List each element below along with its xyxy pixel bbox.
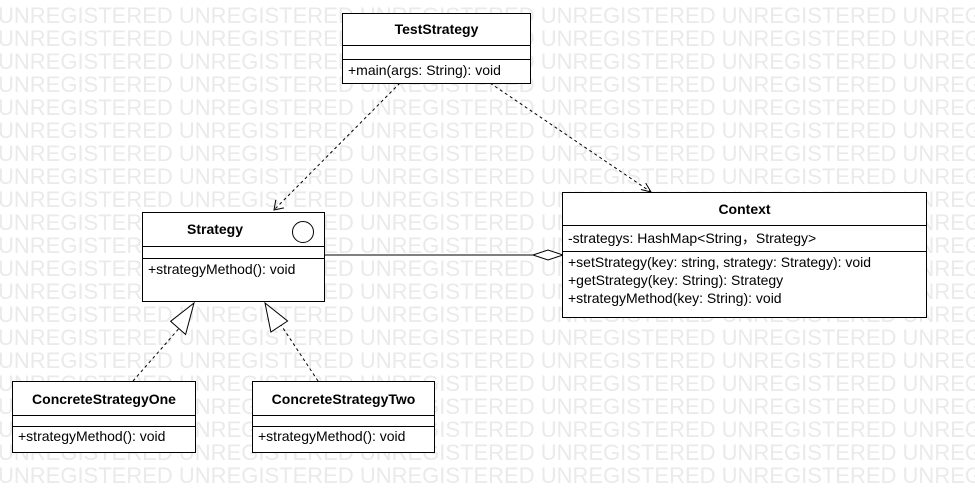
class-name: Strategy	[187, 221, 244, 237]
class-teststrategy[interactable]: TestStrategy +main(args: String): void	[342, 13, 531, 84]
attributes-compartment: -strategys: HashMap<String，Strategy>	[563, 226, 926, 252]
aggregation-diamond	[531, 249, 565, 261]
class-name: ConcreteStrategyTwo	[253, 382, 434, 416]
class-name: Context	[563, 193, 926, 226]
operations-compartment: +main(args: String): void	[343, 60, 530, 79]
class-concretestrategytwo[interactable]: ConcreteStrategyTwo +strategyMethod(): v…	[252, 381, 435, 453]
class-context[interactable]: Context -strategys: HashMap<String，Strat…	[562, 192, 927, 318]
dependency-line-teststrategy-context	[489, 82, 652, 193]
class-name: ConcreteStrategyOne	[13, 382, 195, 416]
operation: +strategyMethod(key: String): void	[568, 290, 782, 306]
attributes-compartment	[343, 46, 530, 60]
attributes-compartment	[13, 416, 195, 427]
attributes-compartment	[253, 416, 434, 427]
operation: +setStrategy(key: string, strategy: Stra…	[568, 254, 872, 270]
class-strategy[interactable]: Strategy +strategyMethod(): void	[142, 212, 325, 302]
realization-line-two	[280, 324, 319, 382]
operation: +getStrategy(key: String): Strategy	[568, 272, 784, 288]
operation: +strategyMethod(): void	[258, 428, 406, 444]
interface-circle-icon	[292, 221, 314, 243]
operation: +strategyMethod(): void	[18, 428, 166, 444]
class-concretestrategyone[interactable]: ConcreteStrategyOne +strategyMethod(): v…	[12, 381, 196, 453]
operations-compartment: +strategyMethod(): void	[253, 427, 434, 445]
attribute: -strategys: HashMap<String，Strategy>	[568, 230, 817, 246]
operation: +strategyMethod(): void	[148, 261, 296, 277]
realization-line-one	[132, 324, 183, 382]
operations-compartment: +strategyMethod(): void	[143, 259, 324, 278]
realization-triangle-one	[169, 301, 195, 336]
class-name: TestStrategy	[343, 14, 530, 46]
operations-compartment: +strategyMethod(): void	[13, 427, 195, 445]
operations-compartment: +setStrategy(key: string, strategy: Stra…	[563, 252, 926, 307]
attributes-compartment	[143, 247, 324, 259]
class-name-box: Strategy	[143, 213, 324, 247]
dependency-line-teststrategy-strategy	[273, 82, 401, 211]
realization-triangle-two	[264, 301, 289, 333]
operation: +main(args: String): void	[348, 62, 501, 78]
